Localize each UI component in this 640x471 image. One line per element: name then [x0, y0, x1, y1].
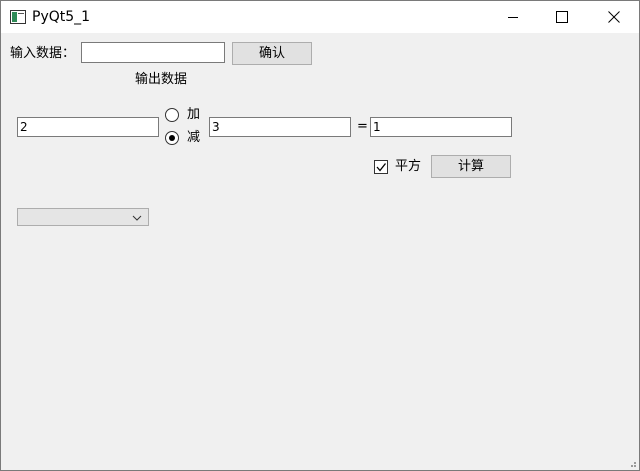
minimize-button[interactable] — [490, 1, 536, 33]
resize-grip-icon[interactable] — [627, 458, 637, 468]
result-field[interactable] — [370, 117, 512, 137]
title-bar[interactable]: PyQt5_1 — [1, 1, 639, 33]
output-data-label: 输出数据 — [135, 72, 188, 87]
confirm-button[interactable]: 确认 — [232, 42, 312, 65]
minimize-icon — [508, 17, 518, 18]
radio-add-label[interactable]: 加 — [187, 107, 200, 123]
input-data-label: 输入数据： — [10, 46, 76, 61]
combo-box[interactable] — [17, 208, 149, 226]
square-checkbox[interactable] — [374, 160, 388, 174]
close-icon — [608, 11, 620, 23]
operand2-field[interactable] — [209, 117, 351, 137]
equals-label: = — [357, 119, 368, 134]
radio-selected-dot — [169, 135, 175, 141]
window-title: PyQt5_1 — [32, 9, 91, 25]
square-label[interactable]: 平方 — [395, 159, 421, 175]
checkmark-icon — [376, 163, 387, 172]
operand1-field[interactable] — [17, 117, 159, 137]
main-window: PyQt5_1 输入数据： 确认 输出数据 加 减 = 平方 计算 — [0, 0, 640, 471]
radio-subtract[interactable] — [165, 131, 179, 145]
compute-button[interactable]: 计算 — [431, 155, 511, 178]
input-data-field[interactable] — [81, 42, 225, 63]
maximize-icon — [556, 11, 568, 23]
maximize-button[interactable] — [539, 1, 585, 33]
radio-subtract-label[interactable]: 减 — [187, 130, 200, 146]
app-icon — [10, 10, 26, 24]
chevron-down-icon — [132, 215, 142, 221]
close-button[interactable] — [591, 1, 637, 33]
radio-add[interactable] — [165, 108, 179, 122]
client-area: 输入数据： 确认 输出数据 加 减 = 平方 计算 — [1, 33, 639, 470]
